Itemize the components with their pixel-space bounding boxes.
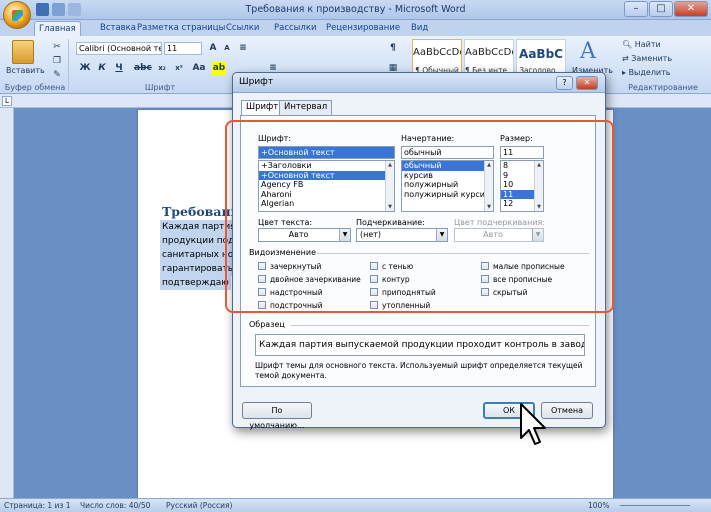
replace-icon: ⇄: [622, 54, 632, 63]
language[interactable]: Русский (Россия): [166, 501, 232, 510]
dialog-title: Шрифт: [239, 77, 274, 87]
style-preview: AaBbCcDc: [413, 47, 461, 58]
save-icon[interactable]: [36, 3, 49, 16]
shrink-font-icon[interactable]: A: [220, 42, 234, 55]
find-icon: 🔍︎: [622, 40, 635, 49]
default-button[interactable]: По умолчанию...: [242, 402, 312, 430]
select-label: Выделить: [628, 68, 671, 77]
zoom-slider[interactable]: [620, 505, 690, 506]
cancel-button[interactable]: Отмена: [541, 402, 593, 419]
style-preview: AaBbC: [519, 47, 563, 61]
office-logo-icon: [12, 10, 23, 21]
replace-button[interactable]: ⇄ Заменить: [622, 54, 672, 63]
tab-mailings[interactable]: Рассылки: [270, 21, 320, 36]
dialog-title-bar: Шрифт ? ✕: [233, 73, 605, 93]
document-line: подтверждаю: [160, 276, 231, 290]
cut-icon[interactable]: ✂: [50, 41, 64, 54]
find-label: Найти: [634, 40, 661, 49]
sample-note: Шрифт темы для основного текста. Использ…: [255, 361, 583, 380]
redo-icon[interactable]: [68, 3, 81, 16]
group-divider: [68, 39, 69, 91]
tab-view[interactable]: Вид: [407, 21, 432, 36]
sample-label: Образец: [249, 320, 285, 329]
format-painter-icon[interactable]: ✎: [50, 69, 64, 82]
word-count[interactable]: Число слов: 40/50: [80, 501, 150, 510]
window-title: Требования к производству - Microsoft Wo…: [245, 4, 466, 15]
paste-icon[interactable]: [12, 40, 34, 64]
ribbon-tab-bar: Главная Вставка Разметка страницы Ссылки…: [0, 20, 711, 36]
copy-icon[interactable]: ❐: [50, 55, 64, 68]
highlight-icon[interactable]: ab: [212, 62, 226, 75]
tab-spacing[interactable]: Интервал: [279, 100, 333, 115]
subscript-icon[interactable]: x₂: [155, 62, 169, 75]
tab-review[interactable]: Рецензирование: [322, 21, 404, 36]
tab-home[interactable]: Главная: [34, 21, 81, 36]
highlight-frame: [225, 120, 614, 313]
undo-icon[interactable]: [52, 3, 65, 16]
style-preview: AaBbCcDc: [465, 47, 513, 58]
superscript-icon[interactable]: x²: [172, 62, 186, 75]
divider: [291, 325, 589, 326]
replace-label: Заменить: [631, 54, 673, 63]
find-button[interactable]: 🔍︎ Найти: [622, 40, 661, 49]
minimize-button[interactable]: –: [624, 1, 648, 17]
close-button[interactable]: ✕: [674, 1, 708, 17]
tab-selector-icon[interactable]: L: [2, 96, 12, 106]
tab-page-layout[interactable]: Разметка страницы: [133, 21, 229, 36]
bold-button[interactable]: Ж: [78, 62, 92, 75]
sample-preview: Каждая партия выпускаемой продукции прох…: [255, 334, 585, 356]
help-button[interactable]: ?: [556, 76, 573, 90]
underline-button[interactable]: Ч: [112, 62, 126, 75]
maximize-button[interactable]: □: [649, 1, 673, 17]
editing-group-label: Редактирование: [628, 83, 698, 92]
change-styles-icon[interactable]: A: [580, 40, 602, 64]
quick-access-toolbar: [36, 3, 81, 17]
show-marks-icon[interactable]: ¶: [386, 42, 400, 55]
clipboard-group-label: Буфер обмена: [4, 83, 66, 92]
zoom-level[interactable]: 100%: [588, 501, 609, 510]
window-controls: – □ ✕: [624, 1, 708, 17]
italic-button[interactable]: К: [95, 62, 109, 75]
select-button[interactable]: ▸ Выделить: [622, 68, 671, 77]
grow-font-icon[interactable]: A: [206, 42, 220, 55]
change-case-icon[interactable]: Aa: [192, 62, 206, 75]
status-bar: Страница: 1 из 1 Число слов: 40/50 Русск…: [0, 498, 711, 512]
paste-button[interactable]: Вставить: [6, 66, 45, 75]
vertical-ruler[interactable]: [0, 108, 14, 498]
dialog-close-button[interactable]: ✕: [576, 76, 598, 90]
page-count[interactable]: Страница: 1 из 1: [4, 501, 71, 510]
title-bar: Требования к производству - Microsoft Wo…: [0, 0, 711, 20]
font-group-label: Шрифт: [144, 83, 176, 92]
bullets-icon: ≡: [239, 43, 247, 53]
strikethrough-icon[interactable]: abc: [134, 62, 152, 75]
tab-references[interactable]: Ссылки: [222, 21, 263, 36]
document-line: гарантировать: [160, 262, 236, 276]
mouse-cursor-icon: [520, 403, 546, 445]
font-name-combo[interactable]: Calibri (Основной те: [76, 42, 162, 55]
font-size-combo[interactable]: 11: [164, 42, 202, 55]
office-button[interactable]: [3, 1, 31, 29]
tab-font[interactable]: Шрифт: [241, 100, 284, 116]
